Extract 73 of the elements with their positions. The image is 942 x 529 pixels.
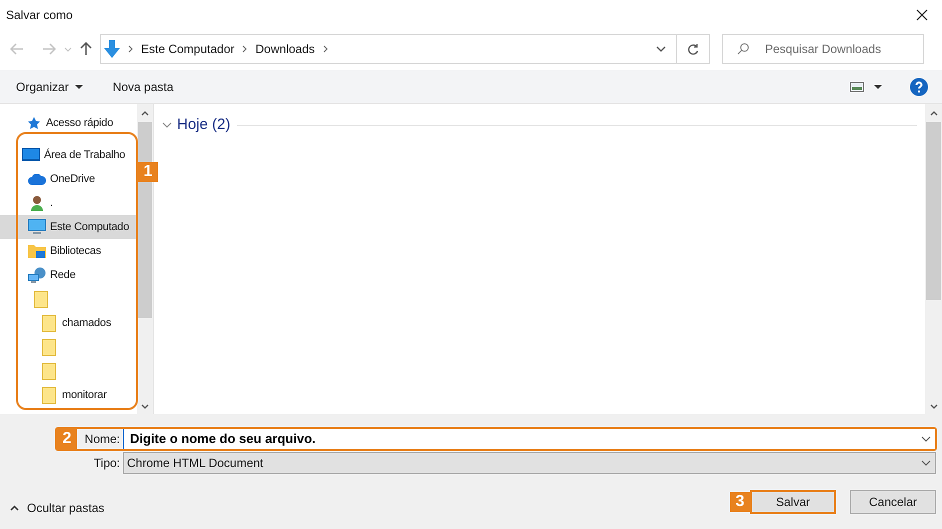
group-header[interactable]: Hoje (2) — [177, 114, 230, 136]
scroll-down-icon[interactable] — [141, 404, 149, 409]
help-icon[interactable] — [910, 78, 928, 96]
cancel-button[interactable]: Cancelar — [850, 490, 936, 514]
type-dropdown[interactable]: Chrome HTML Document — [123, 452, 936, 474]
sidebar-label: Este Computado — [50, 220, 130, 235]
close-icon — [916, 9, 928, 21]
chevron-right-icon — [322, 45, 328, 53]
search-field[interactable]: Pesquisar Downloads — [722, 34, 924, 64]
callout-number: 3 — [730, 492, 750, 512]
breadcrumb[interactable]: Este Computador — [141, 40, 234, 58]
scroll-up-icon[interactable] — [930, 111, 938, 116]
sidebar-item[interactable]: . — [0, 191, 137, 215]
sidebar-item[interactable]: Rede — [0, 263, 137, 287]
chevron-down-icon — [921, 460, 931, 466]
sidebar-label: monitorar — [62, 388, 107, 403]
view-icon[interactable] — [850, 82, 864, 92]
breadcrumb[interactable]: Downloads — [255, 40, 315, 58]
dropdown-arrow-icon[interactable] — [874, 84, 882, 88]
chevron-up-icon — [10, 505, 19, 511]
scroll-up-icon[interactable] — [141, 111, 149, 116]
computer-icon — [28, 219, 46, 235]
sidebar-label: OneDrive — [50, 172, 95, 187]
chevron-right-icon — [242, 45, 248, 53]
network-icon — [28, 267, 46, 283]
folder-icon — [42, 338, 56, 356]
save-button[interactable]: Salvar — [750, 490, 836, 514]
up-arrow-icon[interactable] — [80, 42, 92, 56]
sidebar-label: chamados — [62, 316, 112, 331]
scroll-down-icon[interactable] — [930, 404, 938, 409]
refresh-icon — [687, 42, 699, 56]
sidebar-item[interactable]: Acesso rápido — [0, 111, 137, 135]
sidebar-item[interactable]: Área de Trabalho — [0, 143, 137, 167]
scrollbar-thumb[interactable] — [926, 122, 941, 300]
chevron-down-icon[interactable] — [656, 46, 666, 52]
sidebar-item[interactable]: Bibliotecas — [0, 239, 137, 263]
new-folder-button[interactable]: Nova pasta — [112, 78, 174, 96]
sidebar-label: . — [50, 196, 53, 211]
user-icon — [30, 195, 44, 211]
sidebar-label: Área de Trabalho — [44, 148, 126, 163]
callout-number: 2 — [57, 429, 77, 449]
field-label: Tipo: — [92, 455, 121, 472]
scrollbar-thumb[interactable] — [138, 122, 152, 318]
sidebar-item[interactable]: OneDrive — [0, 167, 137, 191]
sidebar-label: Acesso rápido — [46, 116, 114, 131]
search-placeholder: Pesquisar Downloads — [765, 41, 882, 58]
folder-icon — [42, 386, 56, 404]
chevron-down-icon[interactable] — [162, 122, 172, 128]
sidebar-item[interactable]: chamados — [0, 311, 137, 335]
scrollbar[interactable] — [925, 104, 942, 414]
sidebar-label: Rede — [50, 268, 76, 283]
hide-folders-button[interactable]: Ocultar pastas — [10, 499, 104, 517]
desktop-icon — [22, 148, 40, 162]
library-folder-icon — [28, 243, 46, 259]
folder-icon — [34, 290, 48, 308]
sidebar-label: Bibliotecas — [50, 244, 101, 259]
download-arrow-icon — [104, 40, 120, 58]
address-bar[interactable]: Este Computador Downloads — [100, 34, 710, 64]
search-icon — [737, 43, 749, 55]
folder-icon — [42, 362, 56, 380]
field-label: Nome: — [77, 429, 123, 449]
chevron-right-icon — [128, 45, 133, 53]
folder-icon — [42, 314, 56, 332]
callout-number: 1 — [138, 162, 158, 182]
name-field[interactable]: Digite o nome do seu arquivo. — [123, 429, 935, 449]
window-title: Salvar como — [6, 7, 73, 24]
scrollbar[interactable] — [137, 104, 153, 414]
dropdown-arrow-icon — [74, 84, 83, 88]
cloud-icon — [28, 174, 46, 184]
sidebar-item[interactable]: Este Computado — [0, 215, 137, 239]
sidebar-item[interactable]: monitorar — [0, 383, 137, 407]
chevron-down-icon[interactable] — [921, 436, 931, 442]
organize-menu[interactable]: Organizar — [16, 78, 83, 96]
